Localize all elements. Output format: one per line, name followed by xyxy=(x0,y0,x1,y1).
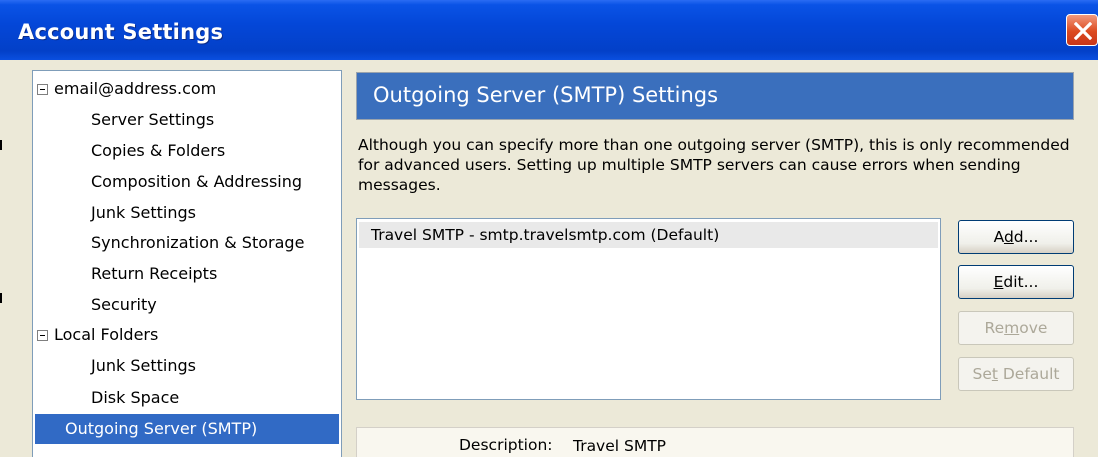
tree-item-junk-settings[interactable]: Junk Settings xyxy=(91,198,196,228)
account-tree[interactable]: email@address.com Server Settings Copies… xyxy=(32,70,342,457)
set-default-button[interactable]: Set Default xyxy=(958,357,1074,391)
tree-item-email-account[interactable]: email@address.com xyxy=(37,74,216,104)
server-details-panel: Description: Travel SMTP xyxy=(356,427,1074,457)
button-label: d... xyxy=(1013,228,1039,246)
button-label: Se xyxy=(972,365,992,383)
button-label: dit... xyxy=(1003,273,1039,291)
description-label: Description: xyxy=(459,436,553,454)
tree-item-label: Local Folders xyxy=(54,325,159,344)
accesskey: E xyxy=(993,273,1004,291)
button-label: Default xyxy=(997,365,1060,383)
section-header: Outgoing Server (SMTP) Settings xyxy=(356,72,1074,120)
description-value: Travel SMTP xyxy=(573,437,667,455)
add-button[interactable]: Add... xyxy=(958,220,1074,254)
remove-button[interactable]: Remove xyxy=(958,311,1074,345)
edge-divider xyxy=(0,140,2,150)
accesskey: m xyxy=(1004,319,1020,337)
tree-item-disk-space[interactable]: Disk Space xyxy=(91,383,179,413)
page-title: Outgoing Server (SMTP) Settings xyxy=(373,83,719,107)
account-settings-window: Account Settings email@address.com Serve… xyxy=(0,0,1098,457)
tree-item-local-junk-settings[interactable]: Junk Settings xyxy=(91,351,196,381)
tree-item-local-folders[interactable]: Local Folders xyxy=(37,320,158,350)
tree-item-copies-folders[interactable]: Copies & Folders xyxy=(91,136,225,166)
tree-item-server-settings[interactable]: Server Settings xyxy=(91,105,214,135)
edge-divider xyxy=(0,293,2,303)
close-button[interactable] xyxy=(1066,14,1098,46)
smtp-server-list[interactable]: Travel SMTP - smtp.travelsmtp.com (Defau… xyxy=(356,218,941,400)
window-title: Account Settings xyxy=(18,20,224,44)
tree-item-composition-addressing[interactable]: Composition & Addressing xyxy=(91,167,302,197)
collapse-toggle-icon[interactable] xyxy=(37,84,48,95)
tree-item-outgoing-server[interactable]: Outgoing Server (SMTP) xyxy=(35,414,339,444)
button-label: Re xyxy=(984,319,1005,337)
intro-text: Although you can specify more than one o… xyxy=(358,136,1070,194)
tree-item-label: email@address.com xyxy=(54,79,217,98)
tree-item-security[interactable]: Security xyxy=(91,290,157,320)
accesskey: d xyxy=(1003,228,1014,246)
button-label: ove xyxy=(1019,319,1048,337)
collapse-toggle-icon[interactable] xyxy=(37,330,48,341)
tree-item-return-receipts[interactable]: Return Receipts xyxy=(91,259,217,289)
close-icon xyxy=(1074,22,1092,40)
edit-button[interactable]: Edit... xyxy=(958,265,1074,299)
list-item[interactable]: Travel SMTP - smtp.travelsmtp.com (Defau… xyxy=(359,222,938,248)
tree-item-synchronization-storage[interactable]: Synchronization & Storage xyxy=(91,228,304,258)
button-label: A xyxy=(993,228,1004,246)
title-bar[interactable]: Account Settings xyxy=(0,0,1098,60)
